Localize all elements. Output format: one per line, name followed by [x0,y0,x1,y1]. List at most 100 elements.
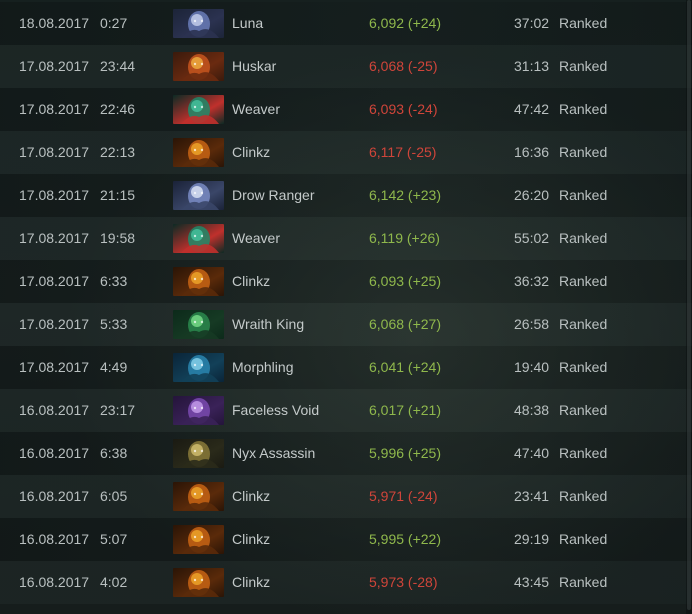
match-type: Ranked [559,488,608,504]
match-row[interactable]: 16.08.2017 23:17 Faceless Void 6,017 (+21) 4… [0,389,692,432]
match-row[interactable]: 16.08.2017 5:07 Clinkz 5,995 (+22) 29:19 Rank… [0,518,692,561]
hero-name: Wraith King [232,316,305,332]
match-duration: 47:40 [514,445,550,461]
hero-name: Morphling [232,359,294,375]
hero-name: Nyx Assassin [232,445,316,461]
scrollbar-thumb[interactable] [687,0,691,610]
match-row[interactable]: 16.08.2017 4:02 Clinkz 5,973 (-28) 43:45 Rank… [0,561,692,604]
match-date: 17.08.2017 [19,187,90,203]
match-row[interactable]: 18.08.2017 0:27 Luna 6,092 (+24) 37:02 Ranked [0,2,692,45]
hero-name: Faceless Void [232,402,320,418]
match-type: Ranked [559,15,608,31]
mmr-change: 6,068 (-25) [369,58,438,74]
mmr-change: 6,093 (+25) [369,273,441,289]
weaver-portrait-icon [173,224,224,253]
hero-name: Clinkz [232,531,271,547]
mmr-change: 5,973 (-28) [369,574,438,590]
match-duration: 36:32 [514,273,550,289]
match-row[interactable]: 17.08.2017 5:33 Wraith King 6,068 (+27) 26:5… [0,303,692,346]
match-row[interactable]: 17.08.2017 4:49 Morphling 6,041 (+24) 19:40 R… [0,346,692,389]
nyx-assassin-portrait-icon [173,439,224,468]
match-row[interactable]: 17.08.2017 19:58 Weaver 6,119 (+26) 55:02 Ran… [0,217,692,260]
drow-ranger-portrait-icon [173,181,224,210]
mmr-change: 6,068 (+27) [369,316,441,332]
weaver-portrait-icon [173,95,224,124]
match-type: Ranked [559,101,608,117]
match-duration: 48:38 [514,402,550,418]
match-duration: 55:02 [514,230,550,246]
match-date: 17.08.2017 [19,58,90,74]
match-date: 16.08.2017 [19,574,90,590]
huskar-portrait-icon [173,52,224,81]
match-row[interactable]: 17.08.2017 22:13 Clinkz 6,117 (-25) 16:36 Ran… [0,131,692,174]
match-time: 23:17 [100,402,136,418]
clinkz-portrait-icon [173,525,224,554]
match-duration: 26:58 [514,316,550,332]
match-date: 16.08.2017 [19,531,90,547]
match-time: 6:33 [100,273,128,289]
match-type: Ranked [559,531,608,547]
match-row[interactable]: 17.08.2017 6:33 Clinkz 6,093 (+25) 36:32 Rank… [0,260,692,303]
match-time: 4:02 [100,574,128,590]
hero-name: Huskar [232,58,277,74]
match-duration: 37:02 [514,15,550,31]
match-history-panel: 18.08.2017 0:27 Luna 6,092 (+24) 37:02 Ranked… [0,0,692,614]
match-type: Ranked [559,316,608,332]
match-date: 16.08.2017 [19,445,90,461]
match-duration: 47:42 [514,101,550,117]
clinkz-portrait-icon [173,138,224,167]
match-time: 21:15 [100,187,136,203]
match-duration: 43:45 [514,574,550,590]
match-date: 18.08.2017 [19,15,90,31]
match-type: Ranked [559,187,608,203]
mmr-change: 6,041 (+24) [369,359,441,375]
hero-name: Clinkz [232,488,271,504]
mmr-change: 6,119 (+26) [369,230,440,246]
match-row[interactable]: 17.08.2017 21:15 Drow Ranger 6,142 (+23) 26:… [0,174,692,217]
match-duration: 19:40 [514,359,550,375]
hero-name: Clinkz [232,273,271,289]
mmr-change: 6,093 (-24) [369,101,438,117]
hero-name: Clinkz [232,574,271,590]
match-date: 17.08.2017 [19,359,90,375]
match-type: Ranked [559,402,608,418]
match-time: 0:27 [100,15,128,31]
hero-name: Luna [232,15,264,31]
match-type: Ranked [559,58,608,74]
mmr-change: 6,117 (-25) [369,144,437,160]
match-row[interactable]: 17.08.2017 22:46 Weaver 6,093 (-24) 47:42 Ran… [0,88,692,131]
match-date: 17.08.2017 [19,230,90,246]
match-type: Ranked [559,445,608,461]
scrollbar[interactable] [686,0,692,614]
match-time: 5:33 [100,316,128,332]
match-time: 4:49 [100,359,128,375]
match-row[interactable]: 16.08.2017 6:05 Clinkz 5,971 (-24) 23:41 Rank… [0,475,692,518]
match-date: 16.08.2017 [19,488,90,504]
match-row[interactable]: 17.08.2017 23:44 Huskar 6,068 (-25) 31:13 Ran… [0,45,692,88]
mmr-change: 6,092 (+24) [369,15,441,31]
match-type: Ranked [559,230,608,246]
wraith-king-portrait-icon [173,310,224,339]
mmr-change: 5,995 (+22) [369,531,441,547]
hero-name: Weaver [232,101,280,117]
match-time: 22:46 [100,101,136,117]
match-time: 6:38 [100,445,128,461]
luna-portrait-icon [173,9,224,38]
match-type: Ranked [559,273,608,289]
match-time: 22:13 [100,144,136,160]
match-duration: 29:19 [514,531,550,547]
match-time: 23:44 [100,58,136,74]
match-date: 17.08.2017 [19,273,90,289]
hero-name: Weaver [232,230,280,246]
match-time: 5:07 [100,531,128,547]
faceless-void-portrait-icon [173,396,224,425]
match-type: Ranked [559,359,608,375]
match-time: 19:58 [100,230,136,246]
match-date: 17.08.2017 [19,144,90,160]
mmr-change: 5,971 (-24) [369,488,438,504]
mmr-change: 6,142 (+23) [369,187,441,203]
match-row[interactable]: 16.08.2017 6:38 Nyx Assassin 5,996 (+25) 47:… [0,432,692,475]
match-date: 17.08.2017 [19,316,90,332]
hero-name: Clinkz [232,144,271,160]
match-duration: 26:20 [514,187,550,203]
